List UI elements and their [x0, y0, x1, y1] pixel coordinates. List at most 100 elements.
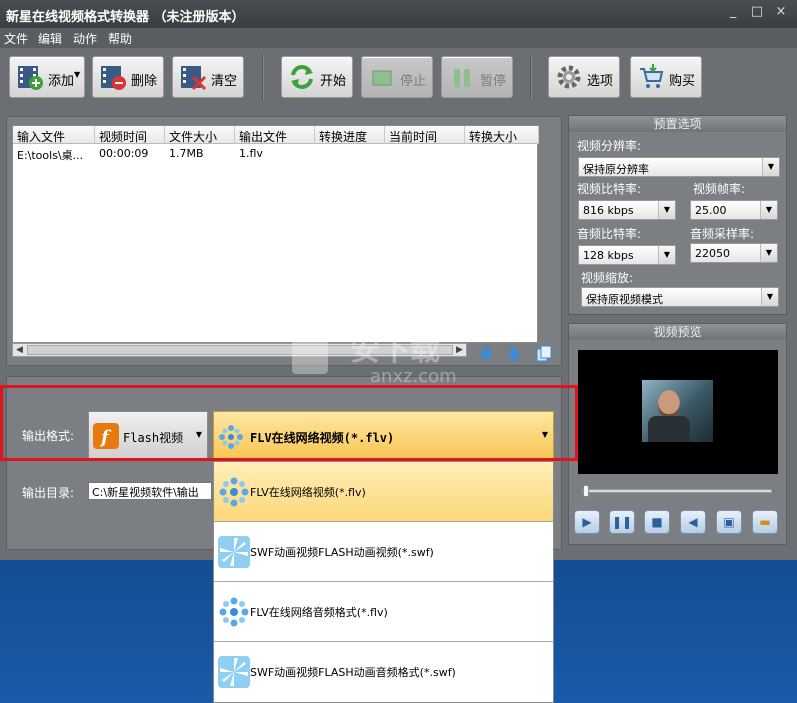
column-header[interactable]: 视频时间: [95, 126, 165, 144]
column-header[interactable]: 输出文件: [235, 126, 315, 144]
table-cell: 00:00:09: [99, 147, 149, 160]
snapshot-button[interactable]: ▣: [716, 510, 742, 534]
column-header[interactable]: 文件大小: [165, 126, 235, 144]
column-header[interactable]: 输入文件: [13, 126, 95, 144]
pause-playback-button[interactable]: ❚❚: [609, 510, 635, 534]
toolbar: 添加 ▼ 删除 清空 开始 停止 暂停 选项 购买: [0, 48, 797, 106]
copy-icon[interactable]: [533, 344, 555, 364]
format-category-select[interactable]: f Flash视频 ▼: [88, 411, 208, 461]
pause-icon: [454, 69, 470, 87]
stop-icon: [372, 70, 392, 86]
video-preview: [578, 350, 778, 474]
add-label: 添加: [48, 74, 75, 89]
menu-action[interactable]: 动作: [73, 30, 97, 47]
delete-button[interactable]: 删除: [92, 56, 164, 98]
chevron-down-icon: ▼: [195, 430, 202, 439]
scroll-left-icon[interactable]: ◀: [13, 344, 26, 356]
video-scale-select[interactable]: 保持原视频模式 ▼: [581, 287, 779, 307]
seek-knob[interactable]: [583, 485, 589, 497]
open-folder-button[interactable]: ▬: [752, 510, 778, 534]
chevron-down-icon: ▼: [658, 201, 675, 219]
chevron-down-icon: ▼: [762, 158, 779, 176]
format-option-label: SWF动画视频FLASH动画视频(*.swf): [250, 546, 434, 559]
format-select[interactable]: FLV在线网络视频(*.flv) ▼: [213, 411, 554, 461]
folder-icon: ▬: [759, 515, 771, 529]
format-option-swf-audio[interactable]: SWF动画视频FLASH动画音频格式(*.swf): [214, 642, 553, 702]
table-cell: 1.flv: [239, 147, 263, 160]
video-scale-label: 视频缩放:: [581, 271, 634, 285]
close-button[interactable]: ×: [772, 4, 790, 19]
stop-button[interactable]: 停止: [361, 56, 433, 98]
video-bitrate-select[interactable]: 816 kbps ▼: [578, 200, 676, 220]
column-header[interactable]: 转换大小: [465, 126, 539, 144]
output-dir-input[interactable]: C:\新星视频软件\输出: [88, 482, 212, 500]
maximize-button[interactable]: □: [748, 4, 766, 19]
menu-file[interactable]: 文件: [4, 30, 28, 47]
pause-button[interactable]: 暂停: [441, 56, 513, 98]
cart-icon: [640, 64, 664, 88]
table-cell: [465, 146, 539, 162]
sample-rate-value: 22050: [695, 247, 730, 260]
menu-help[interactable]: 帮助: [108, 30, 132, 47]
file-table: 输入文件 视频时间 文件大小 输出文件 转换进度 当前时间 转换大小 E:\to…: [12, 125, 539, 343]
add-button[interactable]: 添加 ▼: [9, 56, 85, 98]
start-label: 开始: [320, 74, 347, 89]
fps-label: 视频帧率:: [693, 182, 746, 196]
stop-icon: ■: [651, 515, 663, 529]
scroll-thumb[interactable]: [27, 345, 453, 355]
resolution-select[interactable]: 保持原分辨率 ▼: [578, 157, 780, 177]
fps-value: 25.00: [695, 204, 727, 217]
play-button[interactable]: ▶: [574, 510, 600, 534]
film-clear-icon: [181, 66, 207, 91]
column-header[interactable]: 转换进度: [315, 126, 385, 144]
refresh-icon: [291, 65, 313, 89]
fps-select[interactable]: 25.00 ▼: [690, 200, 778, 220]
format-option-flv-audio[interactable]: FLV在线网络音频格式(*.flv): [214, 582, 553, 642]
buy-label: 购买: [669, 74, 696, 89]
volume-button[interactable]: ◀: [680, 510, 706, 534]
move-down-icon[interactable]: [475, 344, 497, 364]
flv-dots-icon: [219, 425, 243, 449]
output-dir-label: 输出目录:: [22, 486, 75, 500]
chevron-down-icon: ▼: [760, 201, 777, 219]
preview-frame-image: [642, 380, 713, 442]
sample-rate-label: 音频采样率:: [690, 227, 755, 241]
flash-icon: f: [93, 423, 119, 449]
film-remove-icon: [101, 66, 126, 90]
chevron-down-icon: ▼: [760, 244, 777, 262]
resolution-label: 视频分辨率:: [577, 139, 642, 153]
options-button[interactable]: 选项: [548, 56, 620, 98]
table-cell: [385, 146, 465, 162]
scroll-right-icon[interactable]: ▶: [453, 344, 466, 356]
format-option-label: SWF动画视频FLASH动画音频格式(*.swf): [250, 666, 456, 679]
start-button[interactable]: 开始: [281, 56, 353, 98]
stop-playback-button[interactable]: ■: [644, 510, 670, 534]
table-cell: 1.7MB: [169, 147, 204, 160]
sample-rate-select[interactable]: 22050 ▼: [690, 243, 778, 263]
file-list-panel: 输入文件 视频时间 文件大小 输出文件 转换进度 当前时间 转换大小 E:\to…: [6, 116, 562, 366]
video-scale-value: 保持原视频模式: [586, 293, 663, 306]
chevron-down-icon: ▼: [541, 430, 548, 439]
video-bitrate-label: 视频比特率:: [577, 182, 642, 196]
move-up-icon[interactable]: [503, 344, 525, 364]
audio-bitrate-select[interactable]: 128 kbps ▼: [578, 245, 676, 265]
format-option-flv-video[interactable]: FLV在线网络视频(*.flv): [214, 462, 553, 522]
delete-label: 删除: [131, 74, 158, 89]
column-header[interactable]: 当前时间: [385, 126, 465, 144]
format-category-value: Flash视频: [123, 431, 184, 445]
gear-icon: [557, 65, 581, 89]
table-header: 输入文件 视频时间 文件大小 输出文件 转换进度 当前时间 转换大小: [13, 126, 539, 144]
seek-slider[interactable]: [582, 485, 772, 497]
pause-icon: ❚❚: [611, 515, 633, 529]
swf-burst-icon: [218, 536, 250, 568]
clear-button[interactable]: 清空: [172, 56, 244, 98]
swf-burst-icon: [218, 656, 250, 688]
buy-button[interactable]: 购买: [630, 56, 702, 98]
preview-header: 视频预览: [569, 324, 786, 340]
format-option-swf-video[interactable]: SWF动画视频FLASH动画视频(*.swf): [214, 522, 553, 582]
resolution-value: 保持原分辨率: [583, 163, 649, 176]
minimize-button[interactable]: _: [724, 4, 742, 19]
horizontal-scrollbar[interactable]: ◀ ▶: [12, 343, 467, 357]
film-add-icon: [18, 66, 43, 90]
menu-edit[interactable]: 编辑: [38, 30, 62, 47]
